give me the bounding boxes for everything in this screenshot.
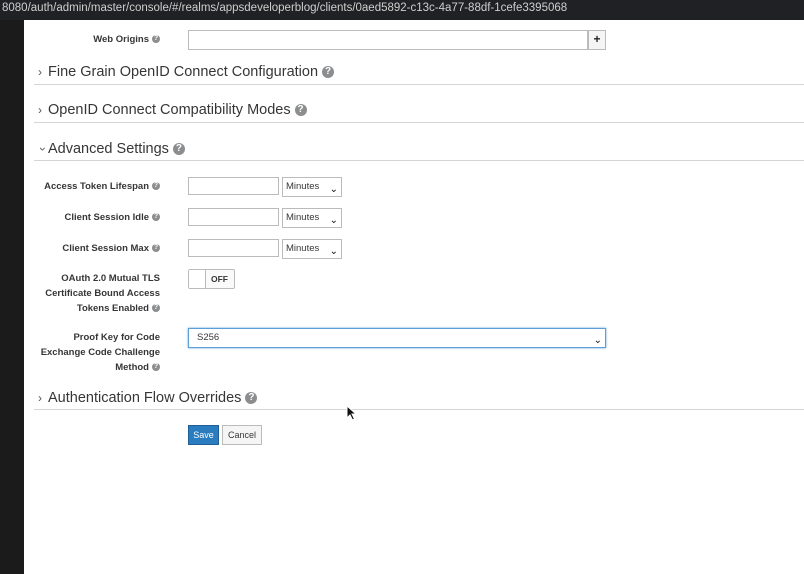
chevron-right-icon: ›: [38, 65, 42, 79]
chevron-down-icon: ⌄: [329, 246, 338, 257]
add-web-origin-button[interactable]: +: [588, 30, 606, 50]
divider: [34, 84, 804, 85]
help-icon[interactable]: ?: [152, 304, 160, 313]
pkce-label-line3: Method: [115, 362, 149, 373]
help-icon[interactable]: ?: [294, 104, 307, 117]
select-value: Minutes: [286, 243, 320, 254]
help-icon[interactable]: ?: [322, 66, 335, 79]
section-fine-grain[interactable]: › Fine Grain OpenID Connect Configuration…: [38, 64, 335, 80]
oauth-mtls-label-line2: Certificate Bound Access: [45, 288, 160, 299]
pkce-method-select[interactable]: S256 ⌄: [188, 328, 606, 348]
client-session-idle-unit-select[interactable]: Minutes ⌄: [282, 208, 342, 228]
chevron-down-icon: ⌄: [329, 215, 338, 226]
select-value: Minutes: [286, 181, 320, 192]
left-dark-strip: [0, 20, 24, 574]
chevron-down-icon: ›: [36, 147, 50, 151]
select-value: S256: [197, 332, 220, 343]
access-token-lifespan-input[interactable]: [188, 177, 279, 195]
chevron-down-icon: ⌄: [329, 184, 338, 195]
section-compat-modes[interactable]: › OpenID Connect Compatibility Modes?: [38, 102, 307, 118]
pkce-method-label: Proof Key for Code Exchange Code Challen…: [34, 330, 160, 375]
toggle-state-label: OFF: [211, 274, 228, 284]
access-token-lifespan-text: Access Token Lifespan: [44, 181, 149, 192]
oauth-mtls-label: OAuth 2.0 Mutual TLS Certificate Bound A…: [34, 271, 160, 316]
chevron-right-icon: ›: [38, 391, 42, 405]
save-button[interactable]: Save: [188, 425, 219, 445]
toggle-handle: [189, 270, 206, 288]
help-icon[interactable]: ?: [152, 35, 160, 44]
client-session-max-text: Client Session Max: [62, 243, 149, 254]
oauth-mtls-toggle[interactable]: OFF: [188, 269, 235, 289]
client-session-idle-text: Client Session Idle: [64, 212, 149, 223]
section-compat-title: OpenID Connect Compatibility Modes: [48, 102, 291, 118]
web-origins-input[interactable]: [188, 30, 588, 50]
pkce-label-line1: Proof Key for Code: [73, 332, 160, 343]
chevron-right-icon: ›: [38, 103, 42, 117]
cancel-button[interactable]: Cancel: [222, 425, 262, 445]
section-auth-flow-title: Authentication Flow Overrides: [48, 390, 242, 406]
client-session-max-input[interactable]: [188, 239, 279, 257]
help-icon[interactable]: ?: [245, 392, 258, 405]
chevron-down-icon: ⌄: [593, 335, 602, 346]
help-icon[interactable]: ?: [152, 213, 160, 222]
help-icon[interactable]: ?: [172, 143, 185, 156]
web-origins-label: Web Origins?: [54, 32, 160, 47]
help-icon[interactable]: ?: [152, 363, 160, 372]
client-session-idle-label: Client Session Idle?: [34, 210, 160, 225]
browser-url-bar[interactable]: 8080/auth/admin/master/console/#/realms/…: [0, 0, 804, 20]
select-value: Minutes: [286, 212, 320, 223]
divider: [34, 122, 804, 123]
client-session-idle-input[interactable]: [188, 208, 279, 226]
help-icon[interactable]: ?: [152, 244, 160, 253]
help-icon[interactable]: ?: [152, 182, 160, 191]
divider: [34, 160, 804, 161]
divider: [34, 409, 804, 410]
pkce-label-line2: Exchange Code Challenge: [40, 347, 160, 358]
oauth-mtls-label-line1: OAuth 2.0 Mutual TLS: [61, 273, 160, 284]
access-token-lifespan-unit-select[interactable]: Minutes ⌄: [282, 177, 342, 197]
section-fine-grain-title: Fine Grain OpenID Connect Configuration: [48, 64, 319, 80]
section-auth-flow-overrides[interactable]: › Authentication Flow Overrides?: [38, 390, 258, 406]
client-settings-panel: Web Origins? + › Fine Grain OpenID Connec…: [24, 20, 804, 574]
oauth-mtls-label-line3: Tokens Enabled: [76, 303, 149, 314]
client-session-max-label: Client Session Max?: [34, 241, 160, 256]
url-text: 8080/auth/admin/master/console/#/realms/…: [2, 2, 568, 14]
section-advanced-title: Advanced Settings: [48, 141, 169, 157]
section-advanced-settings[interactable]: ›Advanced Settings?: [36, 141, 185, 157]
client-session-max-unit-select[interactable]: Minutes ⌄: [282, 239, 342, 259]
web-origins-label-text: Web Origins: [93, 34, 149, 45]
access-token-lifespan-label: Access Token Lifespan?: [34, 179, 160, 194]
mouse-cursor-icon: [346, 405, 358, 421]
